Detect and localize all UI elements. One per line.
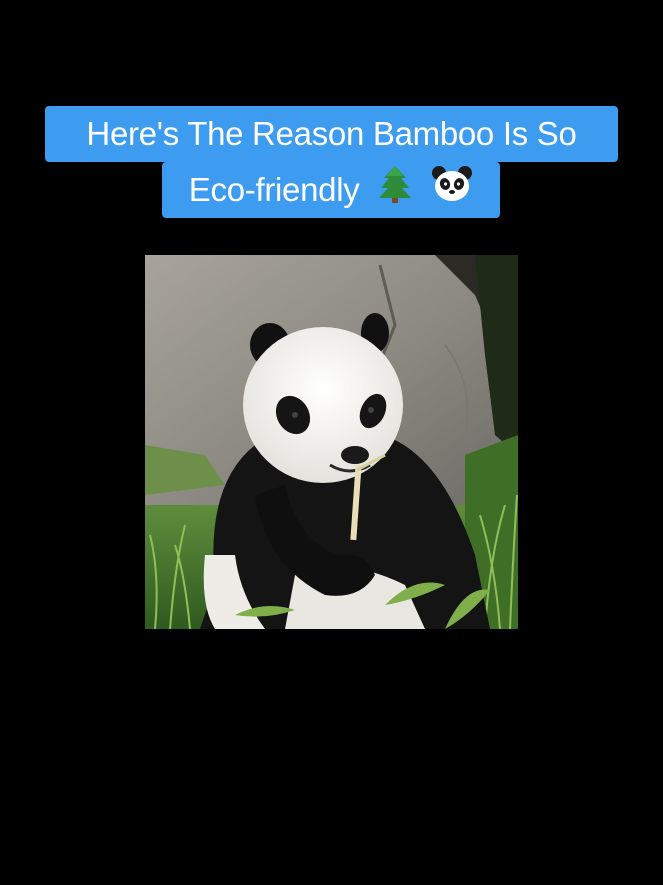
panda-face-icon (431, 164, 473, 221)
caption-text-2: Eco-friendly (188, 171, 360, 208)
evergreen-tree-icon (376, 164, 414, 221)
video-frame: Here's The Reason Bamboo Is So Eco-frien… (0, 0, 663, 885)
caption-line-2: Eco-friendly (162, 162, 500, 218)
caption-text-1: Here's The Reason Bamboo Is So (86, 115, 577, 152)
caption-line-1: Here's The Reason Bamboo Is So (45, 106, 618, 162)
panda-photo (145, 255, 518, 629)
